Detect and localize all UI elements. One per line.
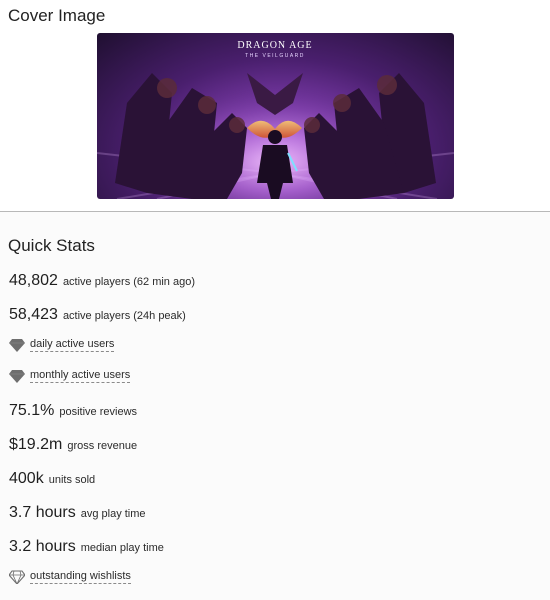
stat-label: avg play time [80,508,146,520]
cover-image: DRAGON AGE THE VEILGUARD [97,33,454,199]
gem-outline-icon [9,570,25,584]
stat-value: 75.1% [9,402,55,419]
stat-label: median play time [80,542,164,554]
stat-label-link[interactable]: daily active users [30,338,115,352]
stat-label-link[interactable]: outstanding wishlists [30,570,131,584]
stat-active-players-now: 48,802 active players (62 min ago) [9,272,195,290]
stat-monthly-active-users[interactable]: monthly active users [9,369,131,383]
stat-label: gross revenue [67,440,138,452]
stat-label: active players (62 min ago) [62,276,195,288]
stat-value: 48,802 [9,272,58,289]
stat-label: units sold [48,474,96,486]
stat-label-link[interactable]: monthly active users [30,369,131,383]
stat-active-players-peak: 58,423 active players (24h peak) [9,306,186,324]
game-stats-panel: Cover Image DRAGON AGE THE VEILGUARD Qui… [0,0,550,600]
stat-value: 400k [9,470,44,487]
stat-value: 3.7 hours [9,504,76,521]
gem-filled-icon [9,339,25,352]
stat-value: 3.2 hours [9,538,76,555]
cover-logo-subtitle: THE VEILGUARD [245,53,305,59]
stat-label: active players (24h peak) [62,310,186,322]
stat-units-sold: 400k units sold [9,470,95,488]
cover-logo-title: DRAGON AGE [237,40,312,51]
quick-stats-heading: Quick Stats [8,236,95,255]
stat-avg-play-time: 3.7 hours avg play time [9,504,146,522]
stat-value: $19.2m [9,436,63,453]
gem-filled-icon [9,370,25,383]
stat-outstanding-wishlists[interactable]: outstanding wishlists [9,570,131,584]
stat-gross-revenue: $19.2m gross revenue [9,436,137,454]
stat-positive-reviews: 75.1% positive reviews [9,402,137,420]
stat-label: positive reviews [59,406,138,418]
cover-image-heading: Cover Image [8,6,106,25]
stat-daily-active-users[interactable]: daily active users [9,338,115,352]
stat-median-play-time: 3.2 hours median play time [9,538,164,556]
stat-value: 58,423 [9,306,58,323]
